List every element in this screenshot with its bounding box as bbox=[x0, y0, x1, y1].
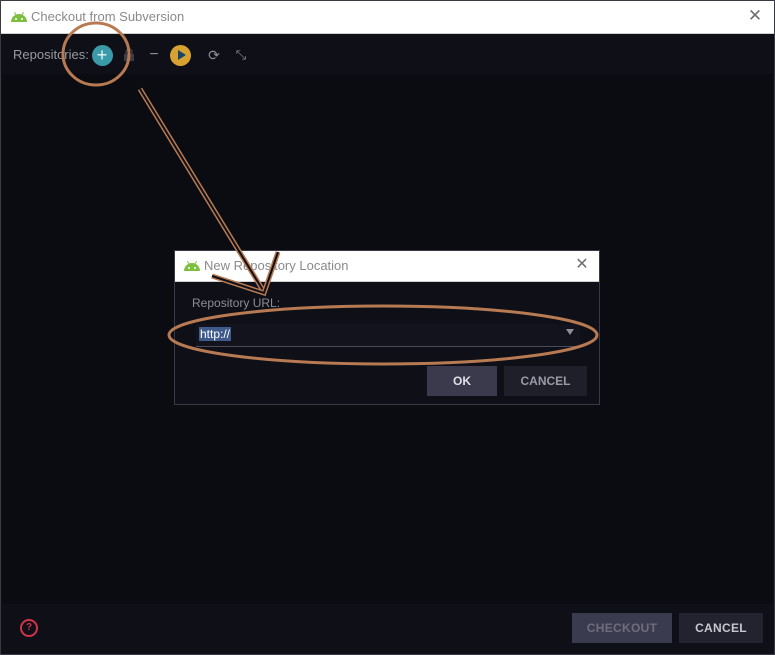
help-icon[interactable]: ? bbox=[20, 619, 38, 637]
repositories-toolbar: Repositories: + − ⟳ ⤡ bbox=[1, 34, 774, 74]
dropdown-arrow-icon[interactable] bbox=[566, 329, 574, 335]
repository-url-combobox[interactable]: http:// bbox=[196, 324, 580, 347]
dialog-titlebar: New Repository Location ✕ bbox=[175, 251, 599, 282]
repositories-label: Repositories: bbox=[13, 47, 89, 62]
window-close-icon[interactable]: ✕ bbox=[746, 7, 764, 25]
new-repository-location-dialog: New Repository Location ✕ Repository URL… bbox=[174, 250, 600, 405]
ok-button[interactable]: OK bbox=[427, 366, 497, 396]
cancel-button[interactable]: CANCEL bbox=[679, 613, 763, 643]
dialog-title: New Repository Location bbox=[204, 258, 349, 273]
window-title: Checkout from Subversion bbox=[31, 9, 185, 24]
add-repository-button[interactable]: + bbox=[91, 44, 113, 66]
remove-repository-button[interactable]: − bbox=[143, 44, 165, 66]
checkout-button[interactable]: CHECKOUT bbox=[572, 613, 672, 643]
dialog-cancel-button[interactable]: CANCEL bbox=[504, 366, 587, 396]
window-titlebar: Checkout from Subversion ✕ bbox=[1, 1, 774, 34]
browse-repository-button[interactable] bbox=[169, 44, 191, 66]
android-logo-icon bbox=[11, 12, 27, 22]
play-icon bbox=[169, 44, 191, 66]
dialog-footer: ? CHECKOUT CANCEL bbox=[1, 604, 774, 654]
plus-icon: + bbox=[91, 44, 113, 66]
lock-icon[interactable] bbox=[118, 44, 140, 66]
dialog-close-icon[interactable]: ✕ bbox=[573, 255, 591, 275]
collapse-all-button[interactable]: ⤡ bbox=[230, 44, 252, 66]
repository-url-value[interactable]: http:// bbox=[199, 327, 232, 341]
refresh-button[interactable]: ⟳ bbox=[203, 44, 225, 66]
repository-url-label: Repository URL: bbox=[192, 296, 281, 310]
android-logo-icon bbox=[184, 261, 200, 271]
